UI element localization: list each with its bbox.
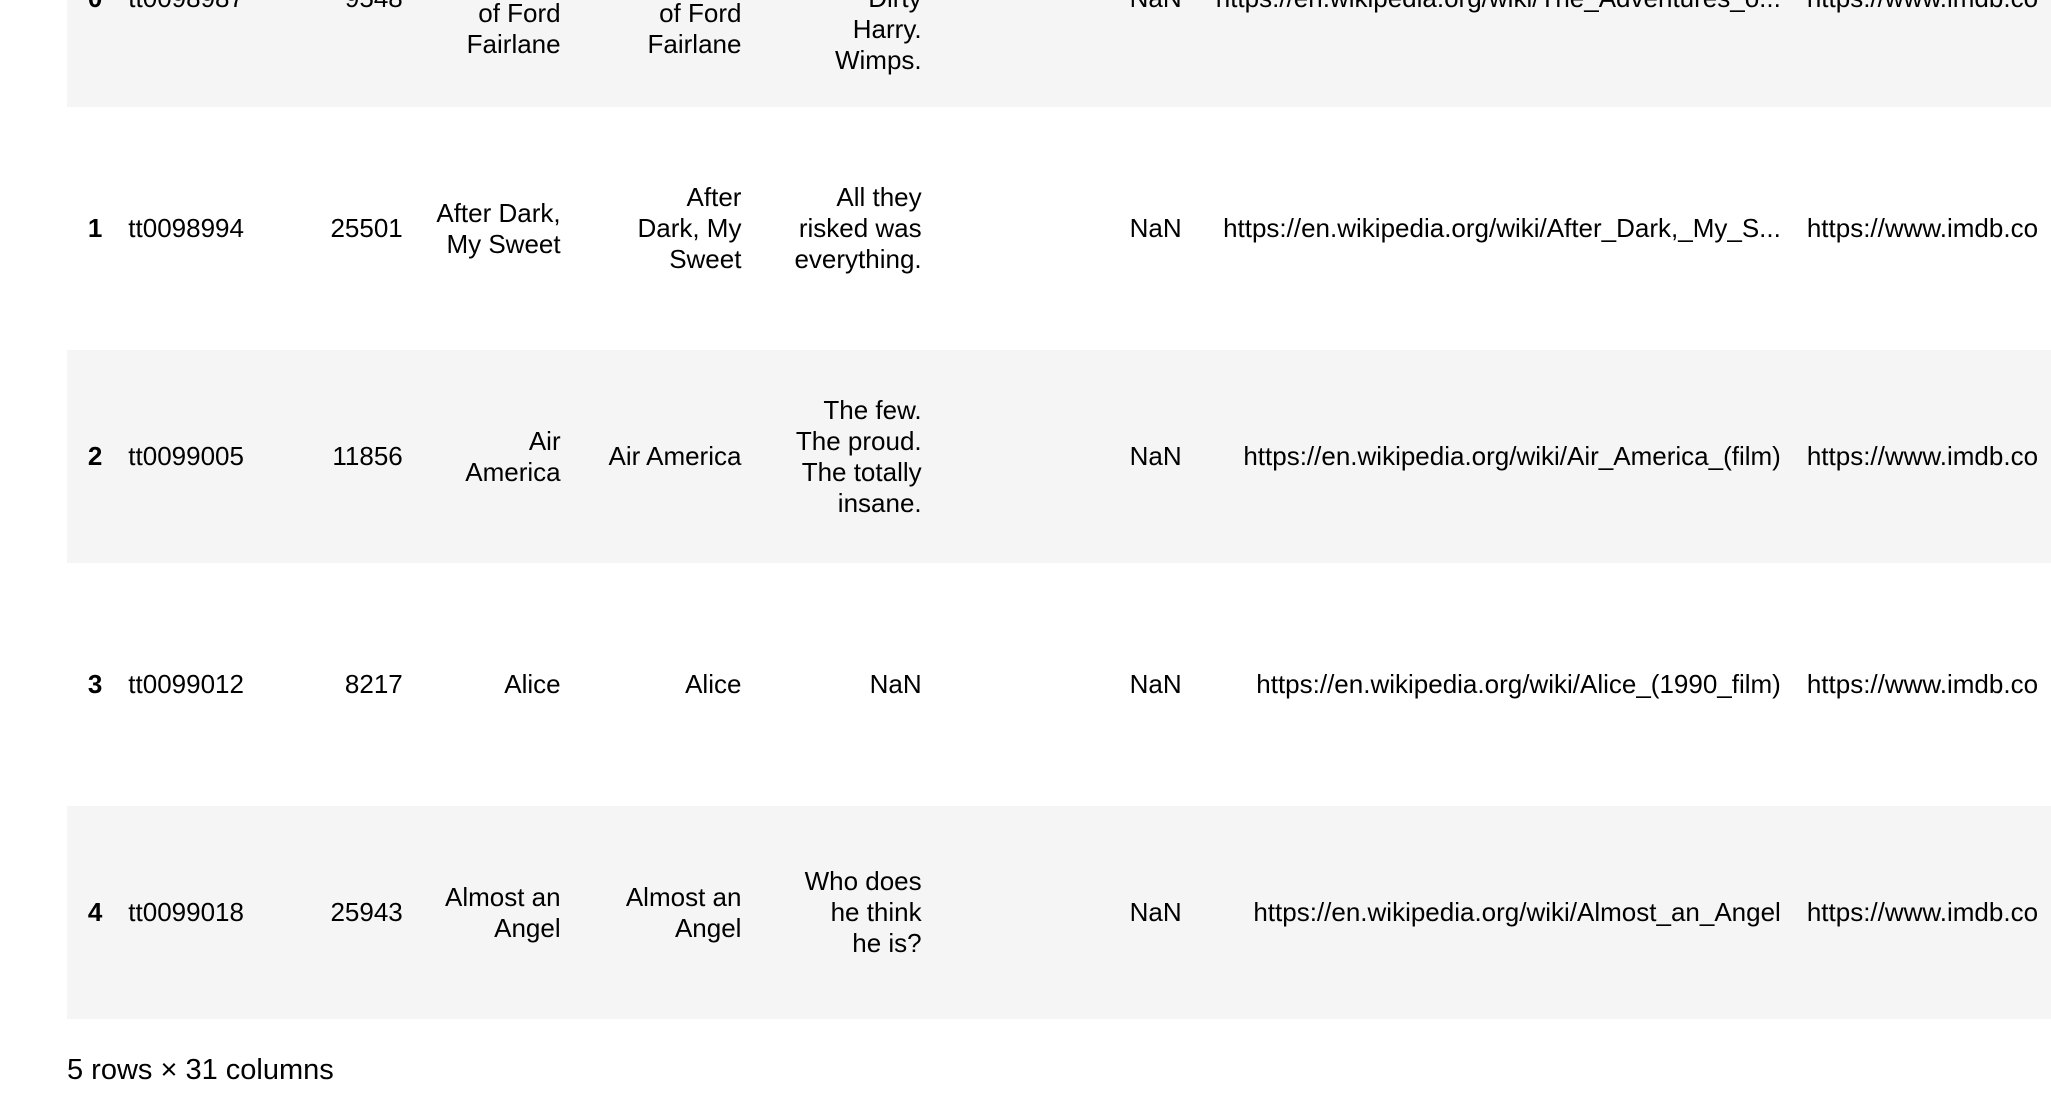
imdb-id-cell: tt0098994 (128, 213, 244, 243)
wikipedia-url-cell[interactable]: https://en.wikipedia.org/wiki/Almost_an_… (1195, 897, 1794, 928)
dataframe-table: 0 tt0098987 9548 of Ford Fairlane of For… (67, 0, 2051, 1019)
imdb-id-cell: tt0099005 (128, 441, 244, 471)
title-cell: of Ford Fairlane (466, 0, 561, 59)
original-title-cell: Almost an Angel (625, 881, 742, 943)
wikipedia-url-cell[interactable]: https://en.wikipedia.org/wiki/Alice_(199… (1195, 669, 1794, 700)
row-index: 4 (87, 897, 103, 927)
nan-cell: NaN (1129, 669, 1182, 699)
row-index: 0 (67, 0, 115, 14)
numeric-cell: 9548 (267, 0, 416, 14)
title-cell: Alice (504, 669, 561, 699)
wikipedia-url-cell[interactable]: https://en.wikipedia.org/wiki/After_Dark… (1195, 213, 1794, 244)
nan-cell: NaN (1129, 213, 1182, 243)
imdb-url-cell[interactable]: https://www.imdb.co (1794, 441, 2051, 472)
original-title-cell: After Dark, My Sweet (637, 182, 742, 274)
imdb-url-cell[interactable]: https://www.imdb.co (1794, 0, 2051, 14)
row-index: 1 (87, 213, 103, 243)
wikipedia-url-cell[interactable]: https://en.wikipedia.org/wiki/The_Advent… (1195, 0, 1794, 14)
tagline-cell: NaN (869, 669, 922, 699)
nan-cell: NaN (1129, 897, 1182, 927)
numeric-cell: 25943 (330, 897, 403, 927)
imdb-url-cell[interactable]: https://www.imdb.co (1794, 669, 2051, 700)
wikipedia-url-cell[interactable]: https://en.wikipedia.org/wiki/Air_Americ… (1195, 441, 1794, 472)
numeric-cell: 11856 (332, 441, 403, 471)
table-row: 0 tt0098987 9548 of Ford Fairlane of For… (67, 0, 2051, 107)
table-row: 1 tt0098994 25501 After Dark, My Sweet A… (67, 107, 2051, 350)
original-title-cell: Alice (685, 669, 742, 699)
dataframe-shape-label: 5 rows × 31 columns (67, 1054, 334, 1086)
imdb-url-cell[interactable]: https://www.imdb.co (1794, 897, 2051, 928)
tagline-cell: Who does he think he is? (804, 866, 922, 958)
nan-cell: NaN (1129, 441, 1182, 471)
dataframe-scroll-container[interactable]: 0 tt0098987 9548 of Ford Fairlane of For… (67, 0, 2051, 1019)
numeric-cell: 25501 (330, 213, 403, 243)
row-index: 2 (87, 441, 103, 471)
original-title-cell: of Ford Fairlane (647, 0, 742, 59)
nan-cell: NaN (935, 0, 1195, 14)
tagline-cell: Dirty Harry. Wimps. (834, 0, 922, 75)
original-title-cell: Air America (608, 441, 742, 471)
row-index: 3 (87, 669, 103, 699)
table-row: 4 tt0099018 25943 Almost an Angel Almost… (67, 806, 2051, 1019)
imdb-id-cell: tt0098987 (115, 0, 267, 14)
tagline-cell: All they risked was everything. (794, 182, 922, 274)
table-row: 3 tt0099012 8217 Alice Alice NaN NaN htt… (67, 563, 2051, 806)
tagline-cell: The few. The proud. The totally insane. (795, 394, 922, 518)
title-cell: Air America (465, 425, 561, 487)
table-row: 2 tt0099005 11856 Air America Air Americ… (67, 350, 2051, 563)
imdb-url-cell[interactable]: https://www.imdb.co (1794, 213, 2051, 244)
numeric-cell: 8217 (344, 669, 403, 699)
imdb-id-cell: tt0099018 (128, 897, 244, 927)
imdb-id-cell: tt0099012 (128, 669, 244, 699)
notebook-output-area: 0 tt0098987 9548 of Ford Fairlane of For… (0, 0, 2051, 1096)
title-cell: After Dark, My Sweet (436, 197, 561, 259)
title-cell: Almost an Angel (445, 881, 561, 943)
